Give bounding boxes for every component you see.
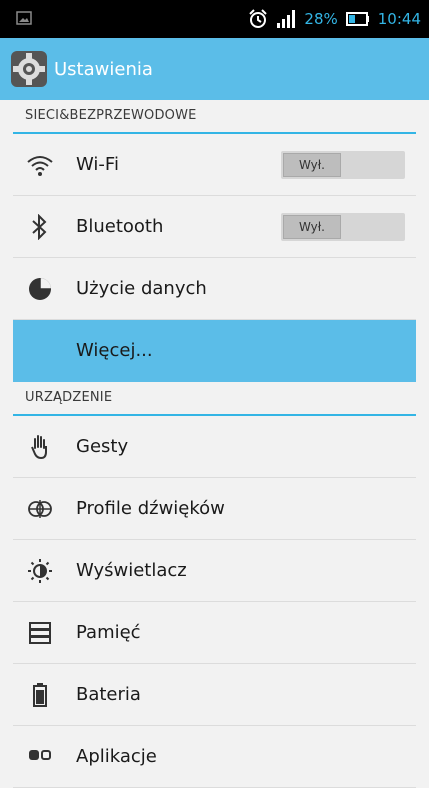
settings-item-bluetooth[interactable]: Bluetooth Wył. [13,196,416,258]
section-header-wireless: SIECI&BEZPRZEWODOWE [13,100,416,134]
action-bar: Ustawienia [0,38,429,100]
settings-item-label: Bateria [76,684,141,705]
settings-list: SIECI&BEZPRZEWODOWE Wi-Fi Wył. Bluetooth… [0,100,429,788]
settings-item-sound-profiles[interactable]: Profile dźwięków [13,478,416,540]
brightness-icon [26,557,54,585]
toggle-state: Wył. [283,153,341,177]
settings-item-label: Użycie danych [76,278,207,299]
settings-item-label: Bluetooth [76,216,164,237]
settings-item-wifi[interactable]: Wi-Fi Wył. [13,134,416,196]
settings-item-gestures[interactable]: Gesty [13,416,416,478]
settings-item-more[interactable]: Więcej... [13,320,416,382]
battery-icon [26,681,54,709]
section-header-device: URZĄDZENIE [13,382,416,416]
alarm-icon [249,9,268,28]
settings-item-label: Profile dźwięków [76,498,225,519]
battery-percent: 28% [304,10,338,28]
apps-icon [26,743,54,771]
settings-item-battery[interactable]: Bateria [13,664,416,726]
settings-item-label: Gesty [76,436,129,457]
toggle-state: Wył. [283,215,341,239]
storage-icon [26,619,54,647]
signal-icon [277,10,296,28]
sound-profile-icon [26,495,54,523]
settings-item-label: Aplikacje [76,746,157,767]
clock: 10:44 [377,10,421,28]
battery-icon [345,12,369,26]
wifi-toggle[interactable]: Wył. [281,151,405,179]
data-usage-icon [26,275,54,303]
settings-item-display[interactable]: Wyświetlacz [13,540,416,602]
settings-item-label: Więcej... [76,340,153,361]
settings-item-label: Wyświetlacz [76,560,187,581]
hand-gesture-icon [26,433,54,461]
settings-item-storage[interactable]: Pamięć [13,602,416,664]
settings-item-apps[interactable]: Aplikacje [13,726,416,788]
image-icon [16,11,32,25]
page-title: Ustawienia [54,58,153,80]
settings-item-label: Wi-Fi [76,154,119,175]
bluetooth-toggle[interactable]: Wył. [281,213,405,241]
status-bar: 28% 10:44 [0,0,429,38]
bluetooth-icon [26,213,54,241]
settings-item-label: Pamięć [76,622,141,643]
settings-gear-icon[interactable] [10,50,48,88]
settings-item-data-usage[interactable]: Użycie danych [13,258,416,320]
wifi-icon [26,151,54,179]
